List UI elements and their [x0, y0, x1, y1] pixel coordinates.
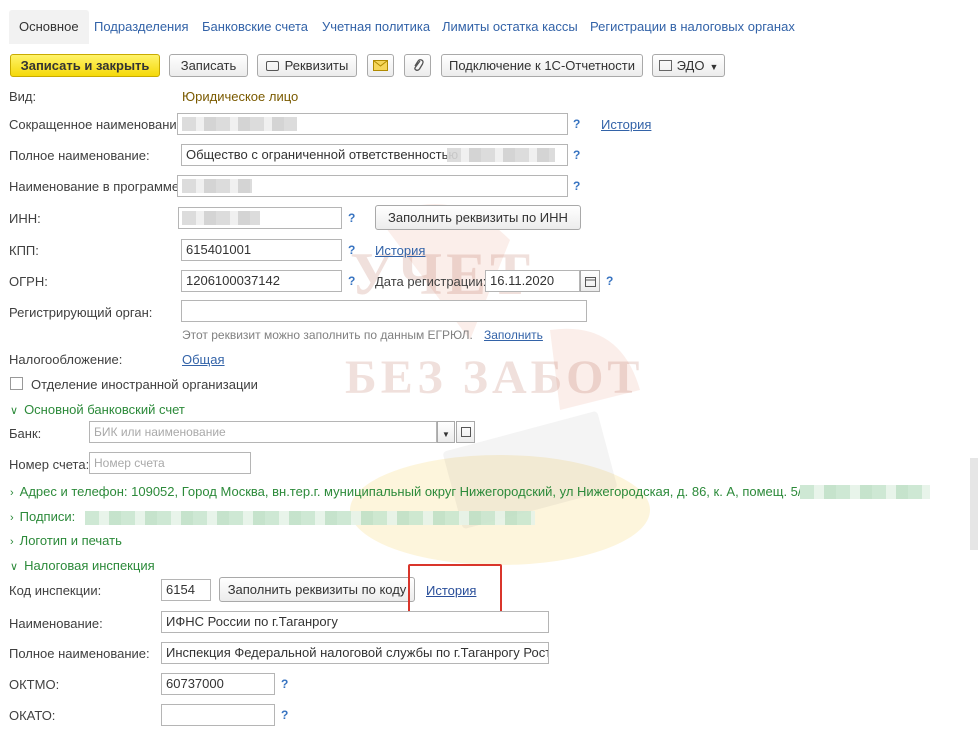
- email-button[interactable]: [367, 54, 394, 77]
- inn-redacted: [182, 211, 260, 225]
- reg-date-label: Дата регистрации:: [375, 274, 487, 289]
- tab-tax-registrations[interactable]: Регистрации в налоговых органах: [590, 10, 795, 44]
- tax-office-section-label: Налоговая инспекция: [24, 558, 155, 573]
- account-input[interactable]: Номер счета: [89, 452, 251, 474]
- vid-label: Вид:: [9, 89, 37, 104]
- requisites-label: Реквизиты: [284, 58, 349, 73]
- signatures-redacted: [85, 511, 535, 525]
- logo-section-header[interactable]: › Логотип и печать: [10, 533, 122, 548]
- fill-by-inn-button[interactable]: Заполнить реквизиты по ИНН: [375, 205, 581, 230]
- address-section-header[interactable]: › Адрес и телефон: 109052, Город Москва, …: [10, 484, 800, 499]
- bank-dropdown-button[interactable]: ▼: [437, 421, 455, 443]
- tax-value-link[interactable]: Общая: [182, 352, 225, 367]
- chevron-down-icon: ∨: [10, 405, 19, 417]
- inspection-name-input[interactable]: ИФНС России по г.Таганрогу: [161, 611, 549, 633]
- requisites-button[interactable]: Реквизиты: [257, 54, 357, 77]
- logo-section-label: Логотип и печать: [19, 533, 122, 548]
- bank-label: Банк:: [9, 426, 42, 441]
- tab-main[interactable]: Основное: [9, 10, 89, 44]
- reg-organ-input[interactable]: [181, 300, 587, 322]
- inspection-code-input[interactable]: 6154: [161, 579, 211, 601]
- inspection-full-name-input[interactable]: Инспекция Федеральной налоговой службы п…: [161, 642, 549, 664]
- kpp-help-icon[interactable]: ?: [348, 243, 355, 257]
- inspection-full-name-label: Полное наименование:: [9, 646, 150, 661]
- full-name-label: Полное наименование:: [9, 148, 150, 163]
- ogrn-input[interactable]: 1206100037142: [181, 270, 342, 292]
- save-button[interactable]: Записать: [169, 54, 248, 77]
- oktmo-input[interactable]: 60737000: [161, 673, 275, 695]
- full-name-redacted: [447, 148, 555, 162]
- save-and-close-button[interactable]: Записать и закрыть: [10, 54, 160, 77]
- okato-input[interactable]: [161, 704, 275, 726]
- open-form-icon: [460, 427, 471, 437]
- edo-dropdown-button[interactable]: ЭДО ▼: [652, 54, 725, 77]
- address-section-label: Адрес и телефон: 109052, Город Москва, в…: [19, 484, 800, 499]
- tax-label: Налогообложение:: [9, 352, 123, 367]
- scrollbar[interactable]: [970, 458, 978, 550]
- bank-section-header[interactable]: ∨ Основной банковский счет: [10, 402, 185, 417]
- reg-date-input[interactable]: 16.11.2020: [485, 270, 580, 292]
- bank-open-button[interactable]: [456, 421, 475, 443]
- ogrn-label: ОГРН:: [9, 274, 48, 289]
- inn-help-icon[interactable]: ?: [348, 211, 355, 225]
- edo-icon: [658, 60, 672, 71]
- short-name-history-link[interactable]: История: [601, 117, 651, 132]
- chevron-down-icon: ▼: [709, 62, 719, 72]
- full-name-help-icon[interactable]: ?: [573, 148, 580, 162]
- vid-value: Юридическое лицо: [182, 89, 299, 104]
- inn-label: ИНН:: [9, 211, 41, 226]
- egrul-hint: Этот реквизит можно заполнить по данным …: [182, 328, 473, 342]
- kpp-input[interactable]: 615401001: [181, 239, 342, 261]
- chevron-right-icon: ›: [10, 512, 14, 524]
- chevron-right-icon: ›: [10, 536, 14, 548]
- okato-help-icon[interactable]: ?: [281, 708, 288, 722]
- short-name-label: Сокращенное наименование:: [9, 117, 188, 132]
- foreign-org-checkbox[interactable]: [10, 377, 23, 390]
- inspection-code-label: Код инспекции:: [9, 583, 102, 598]
- connect-reporting-button[interactable]: Подключение к 1С-Отчетности: [441, 54, 643, 77]
- oktmo-help-icon[interactable]: ?: [281, 677, 288, 691]
- inspection-name-label: Наименование:: [9, 616, 103, 631]
- chevron-right-icon: ›: [10, 487, 14, 499]
- program-name-help-icon[interactable]: ?: [573, 179, 580, 193]
- tab-subdivisions[interactable]: Подразделения: [94, 10, 189, 44]
- signatures-section-header[interactable]: › Подписи:: [10, 509, 75, 524]
- calendar-button[interactable]: [580, 270, 600, 292]
- egrul-fill-link[interactable]: Заполнить: [484, 328, 543, 342]
- attach-button[interactable]: [404, 54, 431, 77]
- program-name-label: Наименование в программе:: [9, 179, 183, 194]
- dropdown-arrow-icon: ▼: [442, 430, 450, 439]
- bank-section-label: Основной банковский счет: [24, 402, 185, 417]
- watermark-line2: БЕЗ ЗАБОТ: [345, 351, 644, 404]
- printer-icon: [265, 61, 279, 71]
- short-name-redacted: [182, 117, 297, 131]
- reg-date-help-icon[interactable]: ?: [606, 274, 613, 288]
- tab-bank-accounts[interactable]: Банковские счета: [202, 10, 308, 44]
- chevron-down-icon: ∨: [10, 561, 19, 573]
- envelope-icon: [373, 60, 388, 71]
- tab-accounting-policy[interactable]: Учетная политика: [322, 10, 430, 44]
- kpp-label: КПП:: [9, 243, 39, 258]
- short-name-help-icon[interactable]: ?: [573, 117, 580, 131]
- paperclip-icon: [413, 59, 424, 71]
- reg-organ-label: Регистрирующий орган:: [9, 305, 153, 320]
- ogrn-help-icon[interactable]: ?: [348, 274, 355, 288]
- oktmo-label: ОКТМО:: [9, 677, 60, 692]
- program-name-redacted: [182, 179, 252, 193]
- kpp-history-link[interactable]: История: [375, 243, 425, 258]
- tab-cash-limits[interactable]: Лимиты остатка кассы: [442, 10, 578, 44]
- bank-input[interactable]: БИК или наименование: [89, 421, 437, 443]
- foreign-org-label: Отделение иностранной организации: [31, 377, 258, 392]
- address-redacted: [800, 485, 930, 499]
- calendar-icon: [584, 277, 596, 287]
- edo-label: ЭДО: [676, 58, 705, 73]
- okato-label: ОКАТО:: [9, 708, 56, 723]
- account-label: Номер счета:: [9, 457, 90, 472]
- tax-office-section-header[interactable]: ∨ Налоговая инспекция: [10, 558, 155, 573]
- fill-by-code-button[interactable]: Заполнить реквизиты по коду: [219, 577, 415, 602]
- signatures-section-label: Подписи:: [19, 509, 76, 524]
